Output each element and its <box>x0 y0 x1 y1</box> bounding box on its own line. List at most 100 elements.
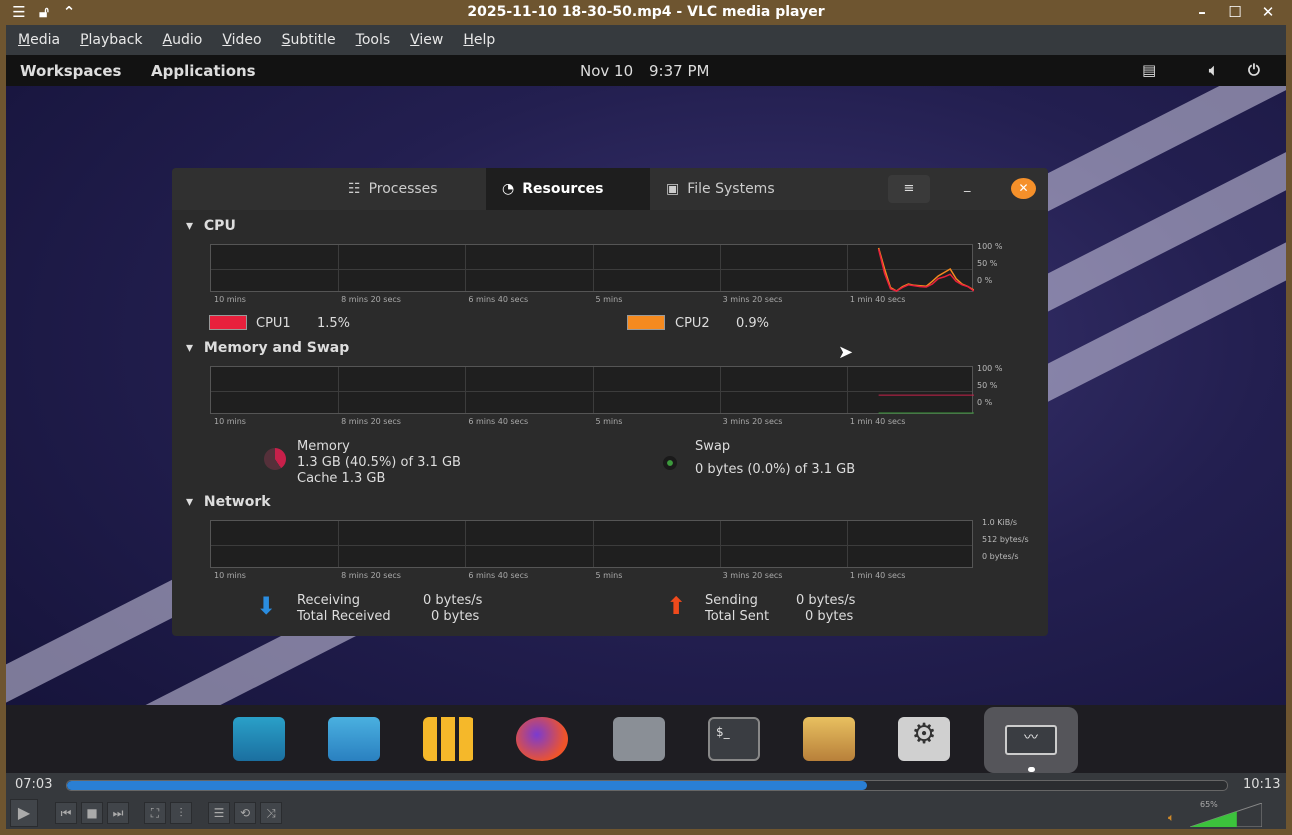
clock[interactable]: 9:37 PM <box>649 62 709 80</box>
workspaces-button[interactable]: Workspaces <box>20 62 121 80</box>
settings-icon[interactable]: ⚙ <box>898 717 950 761</box>
grid-line <box>846 521 848 567</box>
minimize-button[interactable]: – <box>1192 3 1212 21</box>
launcher-icon[interactable] <box>803 717 855 761</box>
system-monitor-dock-item[interactable]: 〰 <box>984 707 1078 773</box>
terminal-icon[interactable]: $_ <box>708 717 760 761</box>
grid-line <box>592 521 594 567</box>
receiving-label: Receiving <box>297 593 361 608</box>
sending-label: Sending <box>705 593 758 608</box>
grid-line <box>211 545 972 546</box>
time-tick-label: 5 mins <box>595 417 623 426</box>
volume-fill <box>1190 811 1237 827</box>
network-icon[interactable]: ▤ <box>1142 61 1156 79</box>
volume-slider[interactable]: 65% <box>1189 800 1263 828</box>
menu-subtitle[interactable]: Subtitle <box>282 32 336 48</box>
seek-bar-fill <box>67 781 868 790</box>
close-button[interactable]: ✕ <box>1258 3 1278 21</box>
menu-audio[interactable]: Audio <box>163 32 203 48</box>
time-tick-label: 5 mins <box>595 295 623 304</box>
previous-button[interactable]: ⏮ <box>55 802 77 824</box>
system-monitor-window: ☷ Processes ◔ Resources ▣ File Systems ≡ _ … <box>172 168 1048 636</box>
tab-file-systems[interactable]: ▣ File Systems <box>650 168 791 210</box>
play-button[interactable]: ▶ <box>10 799 38 827</box>
title-bar: ☰ 🔓︎ ⌃ 2025-11-10 18-30-50.mp4 - VLC med… <box>0 0 1292 25</box>
minimize-button[interactable]: _ <box>964 178 971 193</box>
window-manager-icon[interactable] <box>328 717 380 761</box>
cpu2-color-swatch[interactable] <box>627 315 665 330</box>
hamburger-menu-button[interactable]: ≡ <box>888 175 930 203</box>
app-grid-icon[interactable] <box>423 717 475 761</box>
total-sent-label: Total Sent <box>705 609 770 624</box>
time-tick-label: 8 mins 20 secs <box>341 571 401 580</box>
time-tick-label: 3 mins 20 secs <box>722 417 783 426</box>
shuffle-button[interactable]: ⤨ <box>260 802 282 824</box>
volume-icon[interactable]: 🔈︎ <box>1209 61 1218 79</box>
cpu-section-header[interactable]: ▾ CPU <box>186 218 236 234</box>
applications-button[interactable]: Applications <box>151 62 256 80</box>
graph-plot <box>877 247 974 292</box>
memory-graph <box>210 366 974 414</box>
menu-view[interactable]: View <box>410 32 443 48</box>
running-indicator <box>1028 767 1035 772</box>
total-received-label: Total Received <box>297 609 391 624</box>
menu-tools[interactable]: Tools <box>356 32 391 48</box>
search-app-icon[interactable] <box>233 717 285 761</box>
mute-icon[interactable]: 🔈︎ <box>1168 811 1175 825</box>
cpu2-value: 0.9% <box>736 316 770 331</box>
time-tick-label: 10 mins <box>214 571 246 580</box>
swap-value: 0 bytes (0.0%) of 3.1 GB <box>695 462 856 477</box>
memory-section-header[interactable]: ▾ Memory and Swap <box>186 340 349 356</box>
maximize-button[interactable]: ☐ <box>1225 3 1245 21</box>
files-icon[interactable] <box>613 717 665 761</box>
disk-icon: ▣ <box>666 181 680 197</box>
header-bar: ☷ Processes ◔ Resources ▣ File Systems ≡ _ … <box>172 168 1048 210</box>
firefox-icon[interactable] <box>516 717 568 761</box>
time-tick-label: 1 min 40 secs <box>849 295 906 304</box>
grid-line <box>338 521 340 567</box>
time-tick-label: 8 mins 20 secs <box>341 417 401 426</box>
seek-bar[interactable] <box>66 780 1228 791</box>
cpu1-label: CPU1 <box>256 316 291 331</box>
volume-label: 65% <box>1200 800 1218 809</box>
network-y-axis: 1.0 KiB/s 512 bytes/s 0 bytes/s <box>982 518 1029 561</box>
upload-arrow-icon: ⬆ <box>666 592 687 620</box>
network-section-header[interactable]: ▾ Network <box>186 494 271 510</box>
video-area[interactable]: Workspaces Applications Nov 10 9:37 PM ▤… <box>6 55 1286 773</box>
elapsed-time[interactable]: 07:03 <box>15 777 52 792</box>
playlist-button[interactable]: ☰ <box>208 802 230 824</box>
cpu2-line <box>877 247 974 292</box>
stop-button[interactable]: ■ <box>81 802 103 824</box>
cpu1-value: 1.5% <box>317 316 351 331</box>
tab-resources[interactable]: ◔ Resources <box>486 168 650 210</box>
menu-help[interactable]: Help <box>463 32 495 48</box>
tab-processes[interactable]: ☷ Processes <box>332 168 454 210</box>
menu-playback[interactable]: Playback <box>80 32 142 48</box>
time-tick-label: 5 mins <box>595 571 623 580</box>
power-icon[interactable]: ⏻ <box>1248 61 1260 79</box>
cpu-y-axis: 100 % 50 % 0 % <box>977 242 1003 285</box>
download-arrow-icon: ⬇ <box>256 592 277 620</box>
loop-button[interactable]: ⟲ <box>234 802 256 824</box>
network-graph <box>210 520 973 568</box>
fullscreen-button[interactable]: ⛶ <box>144 802 166 824</box>
close-button[interactable]: ✕ <box>1011 178 1036 199</box>
total-time[interactable]: 10:13 <box>1243 777 1280 792</box>
extended-settings-button[interactable]: ⫶ <box>170 802 192 824</box>
memory-value: 1.3 GB (40.5%) of 3.1 GB <box>297 455 461 470</box>
processes-icon: ☷ <box>348 181 361 197</box>
gauge-icon: ◔ <box>502 181 515 197</box>
time-tick-label: 10 mins <box>214 417 246 426</box>
cpu1-color-swatch[interactable] <box>209 315 247 330</box>
graph-plot <box>878 394 974 414</box>
menu-media[interactable]: Media <box>18 32 60 48</box>
next-button[interactable]: ⏭ <box>107 802 129 824</box>
memory-pie-icon[interactable] <box>264 448 286 470</box>
memory-cache: Cache 1.3 GB <box>297 471 386 486</box>
grid-line <box>465 521 467 567</box>
time-tick-label: 1 min 40 secs <box>849 571 906 580</box>
date[interactable]: Nov 10 <box>580 62 633 80</box>
menu-video[interactable]: Video <box>222 32 261 48</box>
swap-pie-icon[interactable] <box>663 456 677 470</box>
playback-controls: 07:03 10:13 ▶ ⏮ ■ ⏭ ⛶ ⫶ ☰ ⟲ ⤨ 🔈︎ 65% <box>6 773 1286 829</box>
